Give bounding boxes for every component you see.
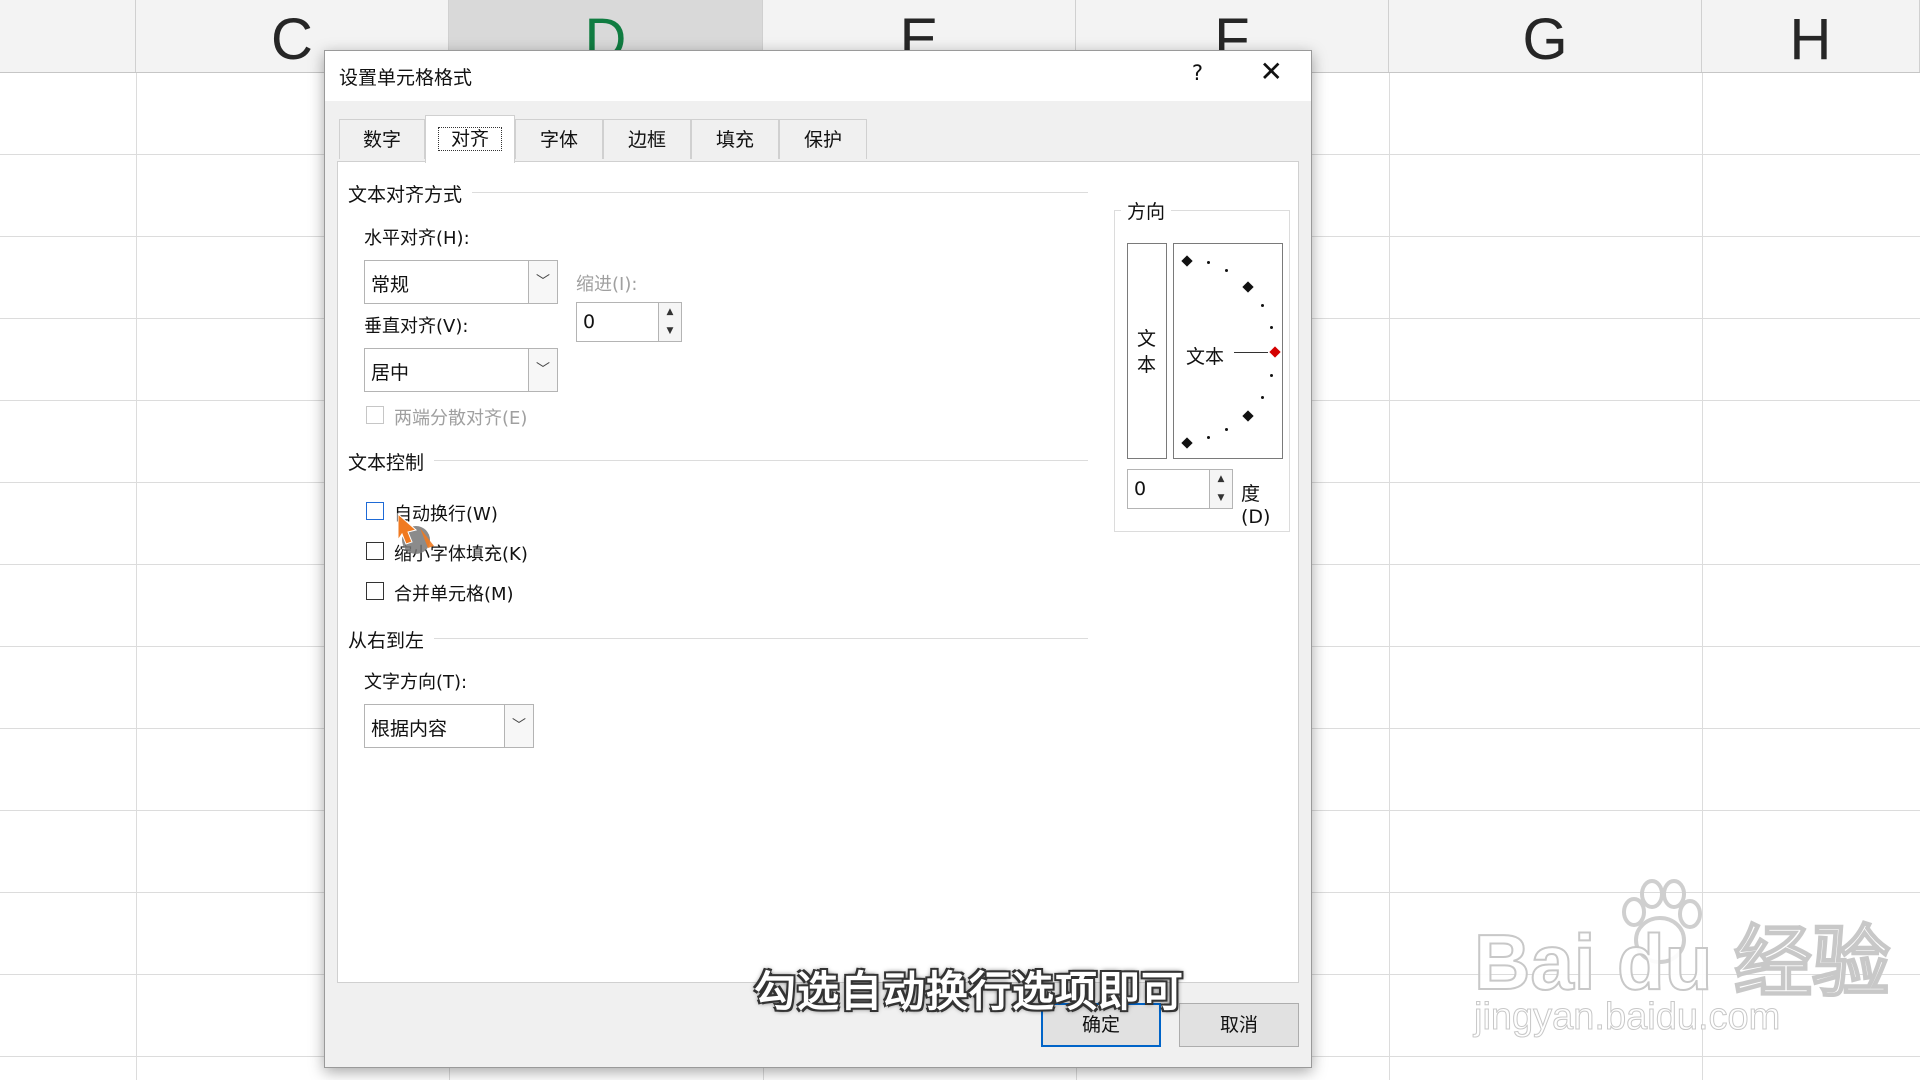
group-divider (348, 460, 1088, 461)
text-direction-label: 文字方向(T): (364, 672, 468, 693)
orientation-needle (1234, 352, 1268, 353)
vertical-align-label: 垂直对齐(V): (364, 316, 469, 337)
text-direction-select[interactable]: 根据内容 ﹀ (364, 704, 534, 748)
grid-line (1389, 73, 1390, 1080)
orientation-dot (1261, 304, 1264, 307)
group-divider (348, 638, 1088, 639)
vertical-align-select[interactable]: 居中 ﹀ (364, 348, 558, 392)
merge-cells-checkbox[interactable] (366, 582, 384, 600)
chevron-down-icon: ﹀ (528, 349, 557, 391)
orientation-title: 方向 (1121, 197, 1172, 224)
orientation-dot (1225, 428, 1228, 431)
indent-label: 缩进(I): (576, 274, 638, 295)
video-subtitle: 勾选自动换行选项即可 (754, 967, 1185, 1016)
close-button[interactable]: ✕ (1252, 55, 1291, 88)
text-control-title: 文本控制 (348, 448, 435, 475)
spin-down-icon[interactable]: ▼ (658, 322, 681, 341)
spin-down-icon[interactable]: ▼ (1209, 489, 1232, 508)
orientation-dot (1207, 436, 1210, 439)
spin-up-icon[interactable]: ▲ (658, 303, 681, 323)
orientation-dot (1207, 261, 1210, 264)
orientation-marker (1181, 437, 1193, 449)
spin-up-icon[interactable]: ▲ (1209, 470, 1232, 490)
horizontal-align-select[interactable]: 常规 ﹀ (364, 260, 558, 304)
help-button[interactable]: ? (1184, 59, 1211, 87)
dialog-title: 设置单元格格式 (339, 67, 473, 89)
tab-protection[interactable]: 保护 (779, 119, 867, 159)
wrap-text-checkbox[interactable] (366, 502, 384, 520)
justify-distributed-label: 两端分散对齐(E) (394, 408, 528, 429)
cancel-button[interactable]: 取消 (1179, 1003, 1299, 1047)
chevron-down-icon: ﹀ (528, 261, 557, 303)
horizontal-align-label: 水平对齐(H): (364, 228, 470, 249)
column-header-h[interactable]: H (1702, 0, 1920, 72)
orientation-dial[interactable]: 文本 (1173, 243, 1283, 459)
rtl-title: 从右到左 (348, 626, 435, 653)
orientation-group: 方向 文 本 文本 0 ▲ ▼ 度(D) (1114, 197, 1290, 532)
column-header-b-partial[interactable] (0, 0, 136, 72)
shrink-to-fit-checkbox[interactable] (366, 542, 384, 560)
vertical-text-char: 本 (1137, 354, 1157, 376)
orientation-preview-text: 文本 (1186, 346, 1225, 368)
orientation-marker (1242, 410, 1254, 422)
orientation-dot (1270, 374, 1273, 377)
format-cells-dialog: 设置单元格格式 ? ✕ 数字 对齐 字体 边框 填充 保护 文本对齐方式 水平对… (324, 50, 1312, 1068)
tab-alignment[interactable]: 对齐 (425, 115, 515, 163)
alignment-panel: 文本对齐方式 水平对齐(H): 常规 ﹀ 缩进(I): 0 ▲ ▼ 垂直对齐(V… (337, 161, 1299, 983)
grid-line (136, 73, 137, 1080)
dialog-titlebar: 设置单元格格式 ? ✕ (325, 51, 1311, 101)
degrees-label: 度(D) (1241, 483, 1271, 528)
tab-fill[interactable]: 填充 (691, 119, 779, 159)
column-header-g[interactable]: G (1389, 0, 1702, 72)
merge-cells-label[interactable]: 合并单元格(M) (394, 580, 514, 606)
vertical-text-char: 文 (1137, 328, 1157, 350)
pointer-cursor-icon (397, 512, 434, 554)
degrees-spinner[interactable]: 0 ▲ ▼ (1127, 469, 1233, 509)
vertical-text-toggle[interactable]: 文 本 (1127, 243, 1167, 459)
chevron-down-icon: ﹀ (504, 705, 533, 747)
tab-font[interactable]: 字体 (515, 119, 603, 159)
orientation-marker (1181, 255, 1193, 267)
tab-border[interactable]: 边框 (603, 119, 691, 159)
orientation-dot (1261, 396, 1264, 399)
orientation-pointer[interactable] (1269, 346, 1281, 358)
watermark-url: jingyan.baidu.com (1473, 996, 1781, 1039)
tab-number[interactable]: 数字 (339, 119, 425, 159)
orientation-marker (1242, 281, 1254, 293)
indent-spinner[interactable]: 0 ▲ ▼ (576, 302, 682, 342)
orientation-dot (1270, 326, 1273, 329)
orientation-dot (1225, 269, 1228, 272)
justify-distributed-checkbox[interactable] (366, 406, 384, 424)
text-alignment-title: 文本对齐方式 (348, 180, 473, 207)
